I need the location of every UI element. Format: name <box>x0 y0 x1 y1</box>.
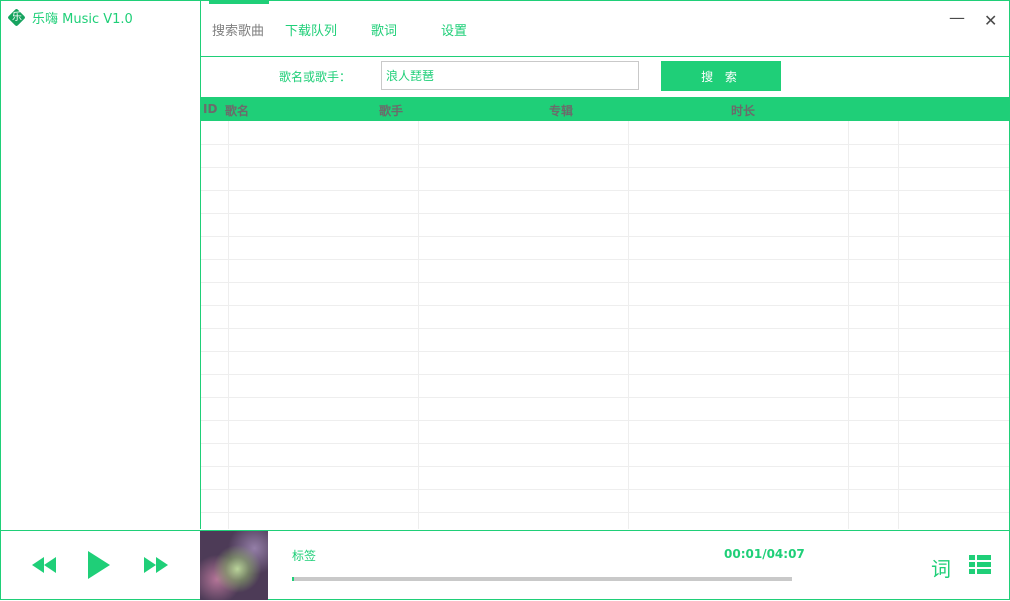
table-row[interactable] <box>201 351 1009 375</box>
app-title: 乐嗨 Music V1.0 <box>32 12 133 27</box>
active-tab-indicator <box>209 0 269 4</box>
tab-download-queue[interactable]: 下载队列 <box>285 20 337 39</box>
tab-search-songs[interactable]: 搜索歌曲 <box>212 20 264 39</box>
search-input[interactable] <box>381 61 639 90</box>
tab-lyrics[interactable]: 歌词 <box>371 20 397 39</box>
table-row[interactable] <box>201 282 1009 306</box>
search-bar: 歌名或歌手： 搜 索 <box>201 57 1009 97</box>
table-row[interactable] <box>201 190 1009 214</box>
column-header-title[interactable]: 歌名 <box>225 102 249 119</box>
play-icon[interactable] <box>86 551 112 583</box>
lyrics-button[interactable]: 词 <box>931 553 951 582</box>
column-header-album[interactable]: 专辑 <box>549 102 573 119</box>
column-divider <box>628 121 629 529</box>
close-button[interactable]: ✕ <box>984 11 997 30</box>
minimize-button[interactable]: — <box>949 8 965 27</box>
table-row[interactable] <box>201 305 1009 329</box>
sidebar: 乐 乐嗨 Music V1.0 <box>0 0 201 529</box>
tab-settings[interactable]: 设置 <box>441 20 467 39</box>
column-header-artist[interactable]: 歌手 <box>379 102 403 119</box>
table-row[interactable] <box>201 374 1009 398</box>
tab-bar: 搜索歌曲 下载队列 歌词 设置 — ✕ <box>201 0 1010 57</box>
table-row[interactable] <box>201 259 1009 283</box>
table-row[interactable] <box>201 328 1009 352</box>
app-logo: 乐 乐嗨 Music V1.0 <box>7 7 133 27</box>
column-divider <box>848 121 849 529</box>
player-bar: 标签 00:01/04:07 词 <box>0 530 1010 601</box>
progress-fill <box>292 577 294 581</box>
table-row[interactable] <box>201 236 1009 260</box>
column-divider <box>228 121 229 529</box>
table-row[interactable] <box>201 167 1009 191</box>
playback-time: 00:01/04:07 <box>724 547 805 561</box>
table-row[interactable] <box>201 420 1009 444</box>
rewind-icon[interactable] <box>32 557 58 577</box>
table-row[interactable] <box>201 213 1009 237</box>
logo-glyph: 乐 <box>12 11 22 23</box>
fast-forward-icon[interactable] <box>142 557 168 577</box>
progress-bar[interactable] <box>292 577 792 581</box>
album-art <box>200 531 268 600</box>
column-header-id[interactable]: ID <box>203 102 217 116</box>
table-row[interactable] <box>201 397 1009 421</box>
table-row[interactable] <box>201 443 1009 467</box>
search-button[interactable]: 搜 索 <box>661 61 781 91</box>
table-row[interactable] <box>201 489 1009 513</box>
track-label: 标签 <box>292 549 317 563</box>
logo-icon: 乐 <box>7 7 26 27</box>
playlist-grid-icon[interactable] <box>969 555 991 579</box>
column-divider <box>418 121 419 529</box>
table-row[interactable] <box>201 466 1009 490</box>
table-row[interactable] <box>201 121 1009 145</box>
table-body <box>201 121 1009 529</box>
column-divider <box>898 121 899 529</box>
table-header: ID 歌名 歌手 专辑 时长 <box>201 97 1009 121</box>
search-label: 歌名或歌手： <box>279 70 352 84</box>
table-row[interactable] <box>201 144 1009 168</box>
results-table: ID 歌名 歌手 专辑 时长 <box>201 97 1009 529</box>
column-header-duration[interactable]: 时长 <box>731 102 755 119</box>
